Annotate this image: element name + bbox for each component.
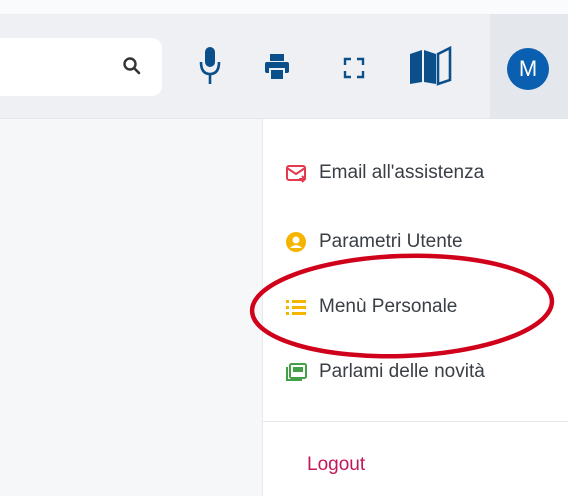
- content-area: [0, 119, 262, 496]
- menu-item-label: Email all'assistenza: [319, 162, 485, 183]
- news-icon: [285, 361, 307, 383]
- toolbar-top-edge: [0, 0, 568, 14]
- book-icon[interactable]: [408, 45, 454, 91]
- microphone-icon[interactable]: [198, 44, 222, 93]
- search-input[interactable]: [0, 38, 162, 96]
- mail-icon: [285, 162, 307, 184]
- user-circle-icon: [285, 231, 307, 253]
- printer-icon[interactable]: [263, 52, 291, 87]
- search-icon[interactable]: [120, 54, 144, 83]
- top-toolbar: M: [0, 0, 568, 119]
- avatar[interactable]: M: [507, 48, 549, 90]
- menu-item-user-parameters[interactable]: Parametri Utente: [285, 229, 463, 255]
- fullscreen-icon[interactable]: [342, 56, 366, 85]
- logout-link[interactable]: Logout: [307, 454, 365, 476]
- menu-item-personal-menu[interactable]: Menù Personale: [285, 294, 457, 320]
- user-dropdown-menu: Email all'assistenza Parametri Utente Me…: [262, 119, 568, 496]
- menu-item-label: Menù Personale: [319, 296, 458, 317]
- menu-item-news[interactable]: Parlami delle novità: [285, 359, 485, 385]
- list-icon: [285, 296, 307, 318]
- menu-item-email-support[interactable]: Email all'assistenza: [285, 160, 484, 186]
- menu-item-label: Parlami delle novità: [319, 361, 485, 382]
- menu-item-label: Parametri Utente: [319, 231, 463, 252]
- menu-divider: [263, 421, 568, 422]
